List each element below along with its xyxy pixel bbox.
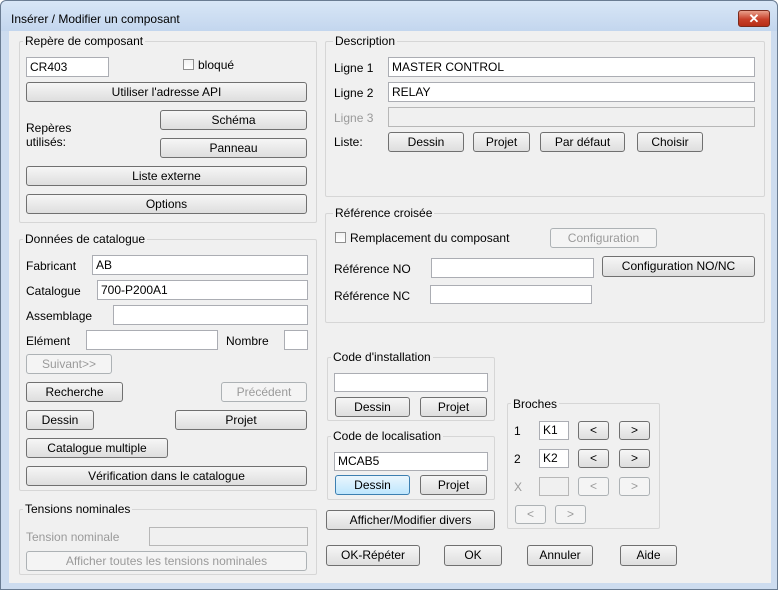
close-button[interactable]: ✕ (738, 10, 770, 27)
broche-x-input[interactable] (539, 477, 569, 496)
description-legend: Description (333, 34, 398, 48)
nombre-input[interactable] (284, 330, 308, 350)
broche-2-next-button[interactable]: > (619, 449, 650, 468)
ok-repeter-button[interactable]: OK-Répéter (326, 545, 420, 566)
ref-no-label: Référence NO (334, 262, 411, 276)
localisation-legend: Code de localisation (331, 429, 444, 443)
catalogue-label: Catalogue (26, 284, 81, 298)
description-dessin-button[interactable]: Dessin (388, 132, 464, 152)
recherche-button[interactable]: Recherche (26, 382, 123, 402)
reference-legend: Référence croisée (333, 206, 435, 220)
ligne2-label: Ligne 2 (334, 86, 374, 100)
afficher-modifier-divers-button[interactable]: Afficher/Modifier divers (326, 510, 495, 530)
remplacement-checkbox[interactable] (335, 232, 346, 243)
dialog-client-area: Repère de composant CR403 bloqué Utilise… (9, 31, 771, 583)
ligne1-input[interactable]: MASTER CONTROL (388, 57, 755, 77)
nombre-label: Nombre (226, 334, 269, 348)
broches-legend: Broches (511, 397, 560, 411)
broches-page-next-button[interactable]: > (555, 505, 586, 524)
localisation-dessin-button[interactable]: Dessin (335, 475, 410, 495)
repere-legend: Repère de composant (23, 34, 146, 48)
title-bar[interactable]: Insérer / Modifier un composant ✕ (1, 1, 777, 31)
reperes-label-1: Repères (26, 121, 72, 135)
repere-input[interactable]: CR403 (26, 57, 109, 77)
ok-button[interactable]: OK (444, 545, 502, 566)
ligne3-label: Ligne 3 (334, 111, 374, 125)
configuration-button[interactable]: Configuration (550, 228, 657, 248)
broche-x-prev-button[interactable]: < (578, 477, 609, 496)
catalogue-input[interactable]: 700-P200A1 (97, 280, 308, 300)
dialog-window: Insérer / Modifier un composant ✕ Repère… (0, 0, 778, 590)
verification-catalogue-button[interactable]: Vérification dans le catalogue (26, 466, 307, 486)
broche-1-label: 1 (514, 424, 521, 438)
broche-1-next-button[interactable]: > (619, 421, 650, 440)
ref-nc-input[interactable] (430, 285, 592, 304)
fabricant-input[interactable]: AB (92, 255, 308, 275)
ligne2-input[interactable]: RELAY (388, 82, 755, 102)
choisir-button[interactable]: Choisir (637, 132, 703, 152)
liste-label: Liste: (334, 135, 363, 149)
broche-1-prev-button[interactable]: < (578, 421, 609, 440)
ref-no-input[interactable] (431, 258, 594, 278)
par-defaut-button[interactable]: Par défaut (540, 132, 625, 152)
localisation-input[interactable]: MCAB5 (334, 452, 488, 471)
ligne1-label: Ligne 1 (334, 61, 374, 75)
localisation-projet-button[interactable]: Projet (420, 475, 487, 495)
installation-input[interactable] (334, 373, 488, 392)
broche-2-input[interactable]: K2 (539, 449, 569, 468)
element-label: Elément (26, 334, 71, 348)
description-projet-button[interactable]: Projet (473, 132, 530, 152)
precedent-button[interactable]: Précédent (221, 382, 307, 402)
broche-x-label: X (514, 480, 523, 494)
remplacement-label: Remplacement du composant (350, 231, 510, 245)
bloque-checkbox[interactable] (183, 59, 194, 70)
catalogue-projet-button[interactable]: Projet (175, 410, 307, 430)
bloque-label: bloqué (198, 58, 235, 72)
catalogue-multiple-button[interactable]: Catalogue multiple (26, 438, 168, 458)
panneau-button[interactable]: Panneau (160, 138, 307, 158)
aide-button[interactable]: Aide (620, 545, 677, 566)
ligne3-input[interactable] (388, 107, 755, 127)
schema-button[interactable]: Schéma (160, 110, 307, 130)
tension-nominale-input[interactable] (149, 527, 308, 546)
fabricant-label: Fabricant (26, 259, 77, 273)
catalogue-legend: Données de catalogue (23, 232, 148, 246)
catalogue-dessin-button[interactable]: Dessin (26, 410, 94, 430)
assemblage-input[interactable] (113, 305, 308, 325)
assemblage-label: Assemblage (26, 309, 93, 323)
utiliser-api-button[interactable]: Utiliser l'adresse API (26, 82, 307, 102)
installation-dessin-button[interactable]: Dessin (335, 397, 410, 417)
broche-2-label: 2 (514, 452, 521, 466)
reperes-label-2: utilisés: (26, 135, 67, 149)
afficher-tensions-button[interactable]: Afficher toutes les tensions nominales (26, 551, 307, 571)
broche-1-input[interactable]: K1 (539, 421, 569, 440)
configuration-nonc-button[interactable]: Configuration NO/NC (602, 256, 755, 277)
tensions-legend: Tensions nominales (23, 502, 133, 516)
liste-externe-button[interactable]: Liste externe (26, 166, 307, 186)
installation-projet-button[interactable]: Projet (420, 397, 487, 417)
broche-x-next-button[interactable]: > (619, 477, 650, 496)
tension-nominale-label: Tension nominale (26, 530, 120, 544)
ref-nc-label: Référence NC (334, 289, 411, 303)
element-input[interactable] (86, 330, 218, 350)
suivant-button[interactable]: Suivant>> (26, 354, 112, 374)
broche-2-prev-button[interactable]: < (578, 449, 609, 468)
options-button[interactable]: Options (26, 194, 307, 214)
annuler-button[interactable]: Annuler (527, 545, 593, 566)
window-title: Insérer / Modifier un composant (11, 12, 180, 26)
installation-legend: Code d'installation (331, 350, 433, 364)
broches-page-prev-button[interactable]: < (515, 505, 546, 524)
